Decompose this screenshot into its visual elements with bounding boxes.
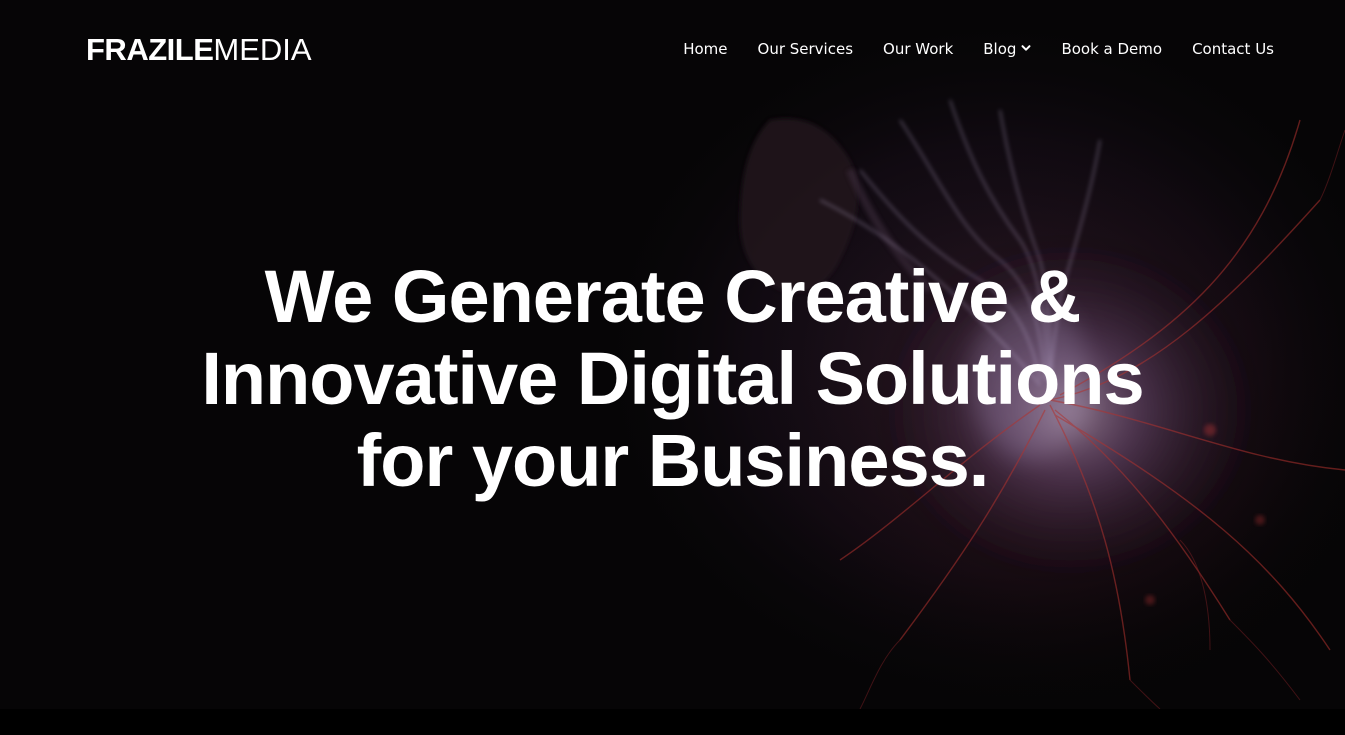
brand-logo[interactable]: FRAZILEMEDIA (86, 33, 312, 67)
nav-item-label: Contact Us (1192, 40, 1274, 58)
site-header: FRAZILEMEDIA Home Our Services Our Work … (0, 0, 1345, 100)
nav-item-our-work[interactable]: Our Work (883, 38, 953, 60)
chevron-down-icon (1021, 45, 1031, 51)
nav-item-blog[interactable]: Blog (983, 38, 1031, 60)
nav-item-label: Home (683, 40, 728, 58)
nav-item-our-services[interactable]: Our Services (758, 38, 854, 60)
hero-headline: We Generate Creative & Innovative Digita… (0, 256, 1345, 502)
logo-bold-text: FRAZILE (86, 32, 214, 67)
main-nav: Home Our Services Our Work Blog Book a D… (683, 38, 1274, 60)
nav-item-label: Blog (983, 40, 1017, 58)
logo-light-text: MEDIA (213, 32, 312, 67)
nav-item-home[interactable]: Home (683, 38, 727, 60)
nav-item-label: Our Services (757, 40, 854, 58)
hero-headline-line: We Generate Creative & (264, 255, 1082, 338)
bottom-strip (0, 709, 1345, 735)
page: FRAZILEMEDIA Home Our Services Our Work … (0, 0, 1345, 735)
hero-headline-line: Innovative Digital Solutions (201, 337, 1144, 420)
nav-item-book-a-demo[interactable]: Book a Demo (1061, 38, 1162, 60)
nav-item-label: Book a Demo (1061, 40, 1163, 58)
nav-item-contact-us[interactable]: Contact Us (1192, 38, 1274, 60)
nav-item-label: Our Work (883, 40, 954, 58)
hero-headline-line: for your Business. (356, 419, 990, 502)
